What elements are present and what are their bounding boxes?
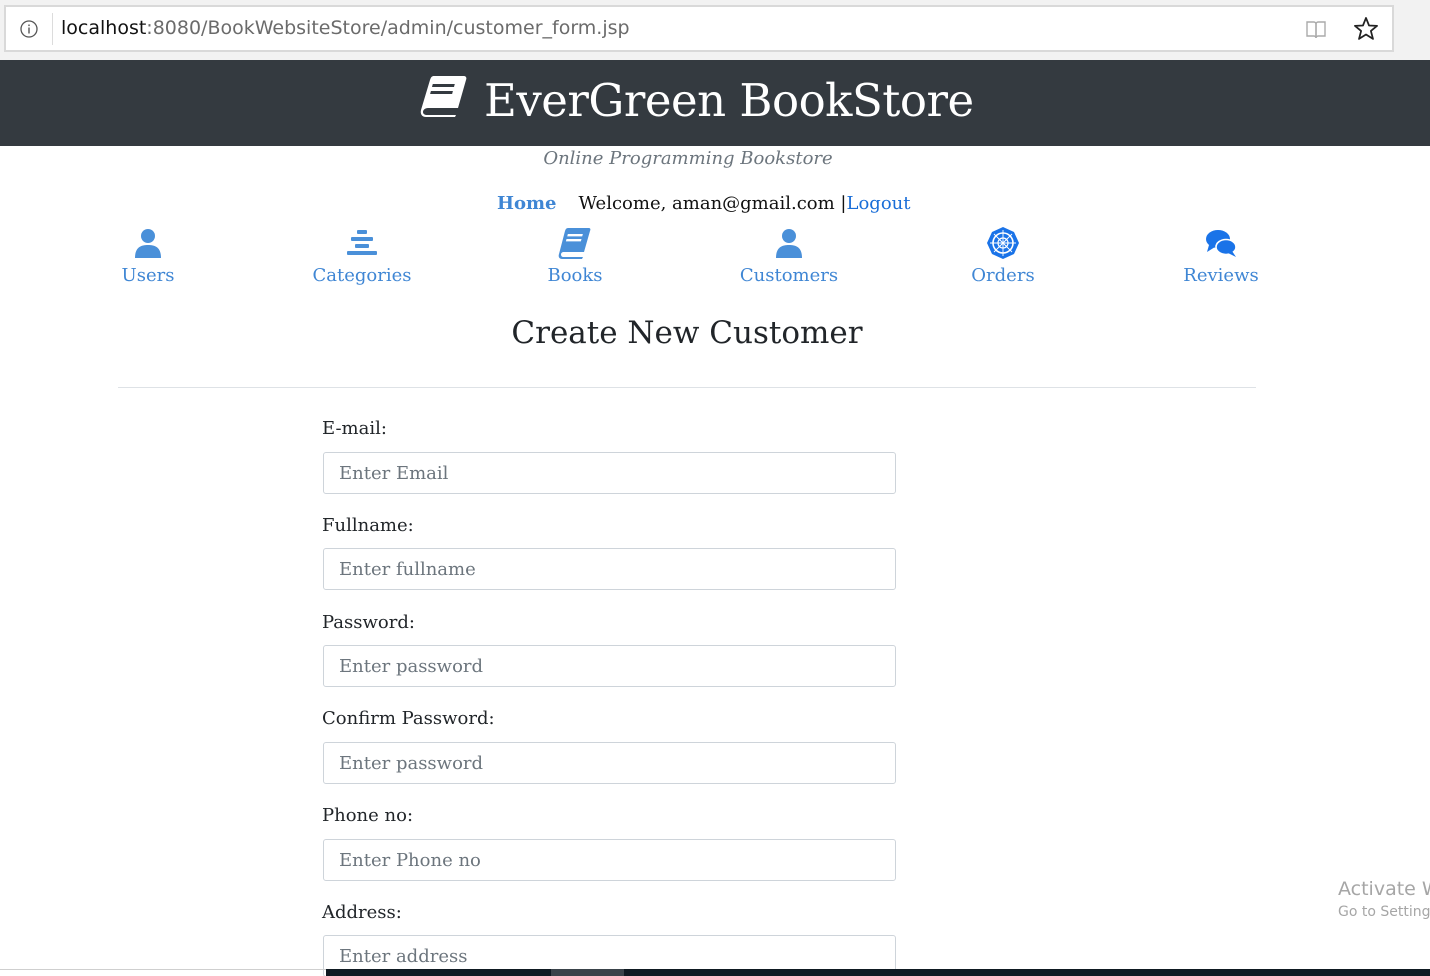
taskbar [326, 969, 1430, 976]
url-separator [52, 13, 53, 45]
orders-icon [987, 227, 1019, 259]
site-title: EverGreen BookStore [484, 74, 974, 127]
activation-watermark: Activate W Go to Settings [1338, 878, 1430, 920]
menu-label: Reviews [1183, 265, 1259, 286]
phone-field[interactable] [323, 839, 896, 881]
url-text[interactable]: localhost:8080/BookWebsiteStore/admin/cu… [61, 17, 630, 39]
taskbar-active-item[interactable] [551, 969, 624, 976]
email-field[interactable] [323, 452, 896, 494]
password-label: Password: [322, 612, 415, 633]
book-icon [558, 228, 591, 259]
confirm-password-field[interactable] [323, 742, 896, 784]
menu-item-books[interactable]: Books [495, 226, 655, 286]
section-divider [118, 387, 1256, 388]
user-icon [135, 229, 161, 258]
favorite-star-icon[interactable] [1352, 15, 1380, 43]
reviews-icon [1206, 230, 1237, 257]
window-bottom-edge [0, 969, 326, 970]
welcome-text: Welcome, aman@gmail.com | [578, 193, 847, 214]
page-title: Create New Customer [511, 315, 863, 351]
url-path: :8080/BookWebsiteStore/admin/customer_fo… [146, 17, 630, 39]
activation-title: Activate W [1338, 878, 1430, 900]
email-label: E-mail: [322, 418, 387, 439]
logout-link[interactable]: Logout [847, 193, 911, 214]
confirm-password-label: Confirm Password: [322, 708, 495, 729]
info-icon[interactable] [19, 19, 39, 39]
fullname-field[interactable] [323, 548, 896, 590]
categories-icon [347, 230, 377, 255]
menu-item-users[interactable]: Users [68, 226, 228, 286]
url-host: localhost [61, 17, 147, 39]
user-status-line: Home Welcome, aman@gmail.com |Logout [497, 193, 910, 214]
book-logo-icon [420, 76, 467, 117]
site-tagline: Online Programming Bookstore [543, 148, 833, 169]
browser-address-bar: localhost:8080/BookWebsiteStore/admin/cu… [0, 0, 1430, 60]
password-field[interactable] [323, 645, 896, 687]
reading-view-icon[interactable] [1304, 18, 1328, 42]
menu-label: Users [121, 265, 175, 286]
activation-subtitle: Go to Settings [1338, 904, 1430, 920]
url-box[interactable]: localhost:8080/BookWebsiteStore/admin/cu… [4, 5, 1394, 52]
menu-item-customers[interactable]: Customers [709, 226, 869, 286]
address-label: Address: [322, 902, 402, 923]
menu-label: Customers [739, 265, 839, 286]
phone-label: Phone no: [322, 805, 414, 826]
menu-label: Books [547, 265, 603, 286]
menu-item-categories[interactable]: Categories [282, 226, 442, 286]
menu-label: Categories [312, 265, 412, 286]
menu-item-orders[interactable]: Orders [923, 226, 1083, 286]
menu-label: Orders [971, 265, 1035, 286]
site-header: EverGreen BookStore [0, 60, 1430, 146]
fullname-label: Fullname: [322, 515, 414, 536]
menu-item-reviews[interactable]: Reviews [1141, 226, 1301, 286]
home-link[interactable]: Home [497, 193, 557, 214]
customer-icon [776, 229, 802, 258]
